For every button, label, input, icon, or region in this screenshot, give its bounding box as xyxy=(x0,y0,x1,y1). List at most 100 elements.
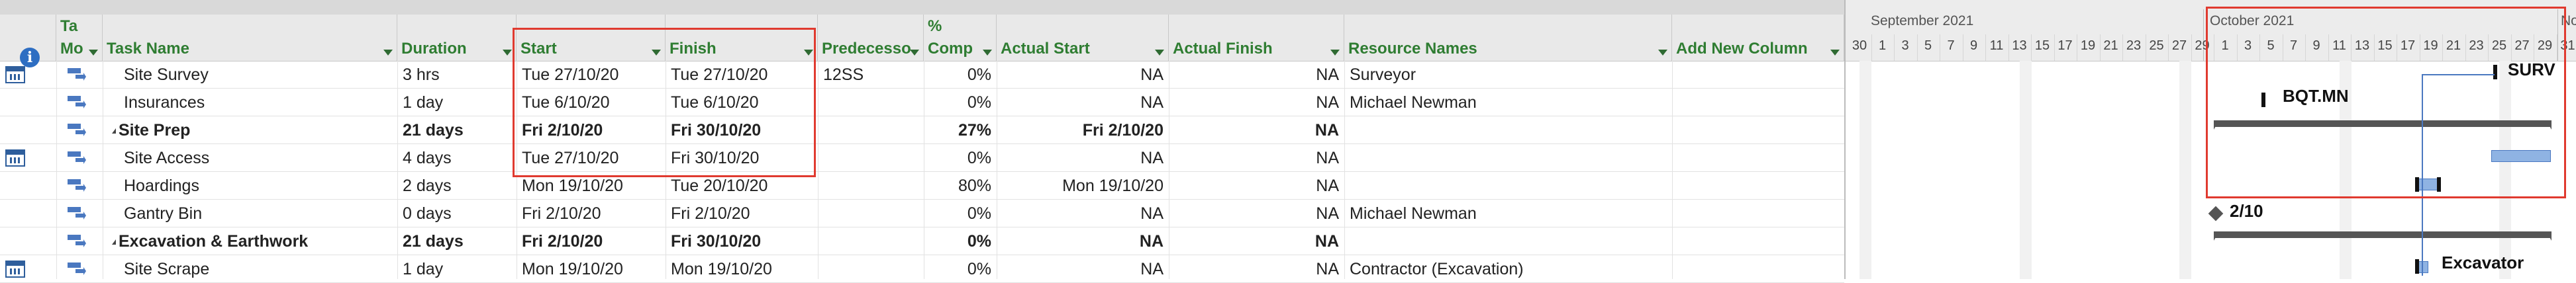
chevron-down-icon[interactable] xyxy=(1830,50,1840,56)
duration-cell[interactable]: 21 days xyxy=(397,227,517,255)
task-mode-column-header[interactable]: Ta Mo xyxy=(56,15,103,61)
duration-cell[interactable]: 4 days xyxy=(397,144,517,172)
predecessors-cell[interactable] xyxy=(818,172,924,200)
table-row[interactable]: Site Survey3 hrsTue 27/10/20Tue 27/10/20… xyxy=(0,61,1844,89)
finish-cell[interactable]: Fri 30/10/20 xyxy=(666,144,818,172)
chevron-down-icon[interactable] xyxy=(1330,50,1340,56)
actual-finish-cell[interactable]: NA xyxy=(1169,227,1344,255)
task-name-cell[interactable]: Excavation & Earthwork xyxy=(103,227,397,255)
actual-finish-column-header[interactable]: Actual Finish xyxy=(1169,15,1344,61)
task-name-column-header[interactable]: Task Name xyxy=(103,15,397,61)
resource-names-cell[interactable] xyxy=(1344,227,1672,255)
table-row[interactable]: Excavation & Earthwork21 daysFri 2/10/20… xyxy=(0,227,1844,255)
task-name-cell[interactable]: Insurances xyxy=(103,89,397,116)
start-cell[interactable]: Fri 2/10/20 xyxy=(517,227,666,255)
task-marker-insurances[interactable] xyxy=(2261,93,2265,107)
resource-names-cell[interactable] xyxy=(1344,172,1672,200)
actual-finish-cell[interactable]: NA xyxy=(1169,200,1344,227)
duration-cell[interactable]: 21 days xyxy=(397,116,517,144)
task-name-cell[interactable]: Gantry Bin xyxy=(103,200,397,227)
start-cell[interactable]: Fri 2/10/20 xyxy=(517,200,666,227)
resource-names-cell[interactable] xyxy=(1344,144,1672,172)
resource-names-cell[interactable]: Michael Newman xyxy=(1344,200,1672,227)
duration-cell[interactable]: 0 days xyxy=(397,200,517,227)
resource-names-cell[interactable] xyxy=(1344,116,1672,144)
predecessors-cell[interactable] xyxy=(818,200,924,227)
task-name-cell[interactable]: Site Survey xyxy=(103,61,397,89)
resource-names-cell[interactable]: Surveyor xyxy=(1344,61,1672,89)
actual-start-cell[interactable]: NA xyxy=(997,227,1169,255)
finish-cell[interactable]: Fri 30/10/20 xyxy=(666,116,818,144)
finish-cell[interactable]: Tue 6/10/20 xyxy=(666,89,818,116)
actual-start-cell[interactable]: NA xyxy=(997,61,1169,89)
finish-cell[interactable]: Fri 30/10/20 xyxy=(666,227,818,255)
actual-start-cell[interactable]: NA xyxy=(997,200,1169,227)
summary-bar-excavation[interactable] xyxy=(2214,231,2551,238)
actual-finish-cell[interactable]: NA xyxy=(1169,172,1344,200)
task-name-cell[interactable]: Site Access xyxy=(103,144,397,172)
start-column-header[interactable]: Start xyxy=(517,15,666,61)
actual-start-cell[interactable]: Mon 19/10/20 xyxy=(997,172,1169,200)
predecessors-cell[interactable] xyxy=(818,227,924,255)
actual-finish-cell[interactable]: NA xyxy=(1169,61,1344,89)
start-cell[interactable]: Tue 27/10/20 xyxy=(517,61,666,89)
actual-start-cell[interactable]: Fri 2/10/20 xyxy=(997,116,1169,144)
percent-complete-cell[interactable]: 0% xyxy=(924,227,997,255)
start-cell[interactable]: Mon 19/10/20 xyxy=(517,172,666,200)
resource-names-column-header[interactable]: Resource Names xyxy=(1344,15,1672,61)
indicators-column-header[interactable]: i xyxy=(0,15,56,61)
actual-start-cell[interactable]: NA xyxy=(997,144,1169,172)
collapse-icon[interactable] xyxy=(112,128,116,134)
start-cell[interactable]: Tue 6/10/20 xyxy=(517,89,666,116)
percent-complete-cell[interactable]: 27% xyxy=(924,116,997,144)
predecessors-cell[interactable]: 12SS xyxy=(818,61,924,89)
percent-complete-cell[interactable]: 0% xyxy=(924,144,997,172)
finish-cell[interactable]: Tue 20/10/20 xyxy=(666,172,818,200)
table-row[interactable]: Gantry Bin0 daysFri 2/10/20Fri 2/10/200%… xyxy=(0,200,1844,227)
duration-cell[interactable]: 3 hrs xyxy=(397,61,517,89)
task-marker-site-survey[interactable] xyxy=(2493,65,2497,79)
milestone-gantry-bin[interactable] xyxy=(2208,206,2224,222)
duration-cell[interactable]: 1 day xyxy=(397,89,517,116)
finish-cell[interactable]: Tue 27/10/20 xyxy=(666,61,818,89)
table-row[interactable]: Site Access4 daysTue 27/10/20Fri 30/10/2… xyxy=(0,144,1844,172)
percent-complete-column-header[interactable]: % Comp xyxy=(924,15,997,61)
start-cell[interactable]: Fri 2/10/20 xyxy=(517,116,666,144)
finish-cell[interactable]: Fri 2/10/20 xyxy=(666,200,818,227)
chevron-down-icon[interactable] xyxy=(983,50,992,56)
chevron-down-icon[interactable] xyxy=(503,50,512,56)
duration-column-header[interactable]: Duration xyxy=(397,15,517,61)
percent-complete-cell[interactable]: 0% xyxy=(924,89,997,116)
start-cell[interactable]: Tue 27/10/20 xyxy=(517,144,666,172)
predecessors-cell[interactable] xyxy=(818,89,924,116)
chevron-down-icon[interactable] xyxy=(910,50,919,56)
task-name-cell[interactable]: Hoardings xyxy=(103,172,397,200)
summary-bar-site-prep[interactable] xyxy=(2214,120,2551,127)
chevron-down-icon[interactable] xyxy=(89,50,98,56)
chevron-down-icon[interactable] xyxy=(1155,50,1164,56)
task-name-cell[interactable]: Site Prep xyxy=(103,116,397,144)
chevron-down-icon[interactable] xyxy=(383,50,393,56)
table-row[interactable]: Hoardings2 daysMon 19/10/20Tue 20/10/208… xyxy=(0,172,1844,200)
actual-finish-cell[interactable]: NA xyxy=(1169,89,1344,116)
finish-column-header[interactable]: Finish xyxy=(666,15,818,61)
percent-complete-cell[interactable]: 0% xyxy=(924,61,997,89)
collapse-icon[interactable] xyxy=(112,239,116,245)
chevron-down-icon[interactable] xyxy=(1658,50,1667,56)
table-row[interactable]: Site Prep21 daysFri 2/10/20Fri 30/10/202… xyxy=(0,116,1844,144)
actual-finish-cell[interactable]: NA xyxy=(1169,116,1344,144)
resource-names-cell[interactable]: Michael Newman xyxy=(1344,89,1672,116)
percent-complete-cell[interactable]: 80% xyxy=(924,172,997,200)
predecessors-column-header[interactable]: Predecesso xyxy=(818,15,924,61)
duration-cell[interactable]: 2 days xyxy=(397,172,517,200)
actual-finish-cell[interactable]: NA xyxy=(1169,144,1344,172)
actual-start-cell[interactable]: NA xyxy=(997,89,1169,116)
chevron-down-icon[interactable] xyxy=(804,50,813,56)
table-row[interactable]: Insurances1 dayTue 6/10/20Tue 6/10/200%N… xyxy=(0,89,1844,116)
predecessors-cell[interactable] xyxy=(818,116,924,144)
predecessors-cell[interactable] xyxy=(818,144,924,172)
percent-complete-cell[interactable]: 0% xyxy=(924,200,997,227)
chevron-down-icon[interactable] xyxy=(652,50,661,56)
actual-start-column-header[interactable]: Actual Start xyxy=(997,15,1169,61)
task-bar-site-access[interactable] xyxy=(2491,150,2551,162)
